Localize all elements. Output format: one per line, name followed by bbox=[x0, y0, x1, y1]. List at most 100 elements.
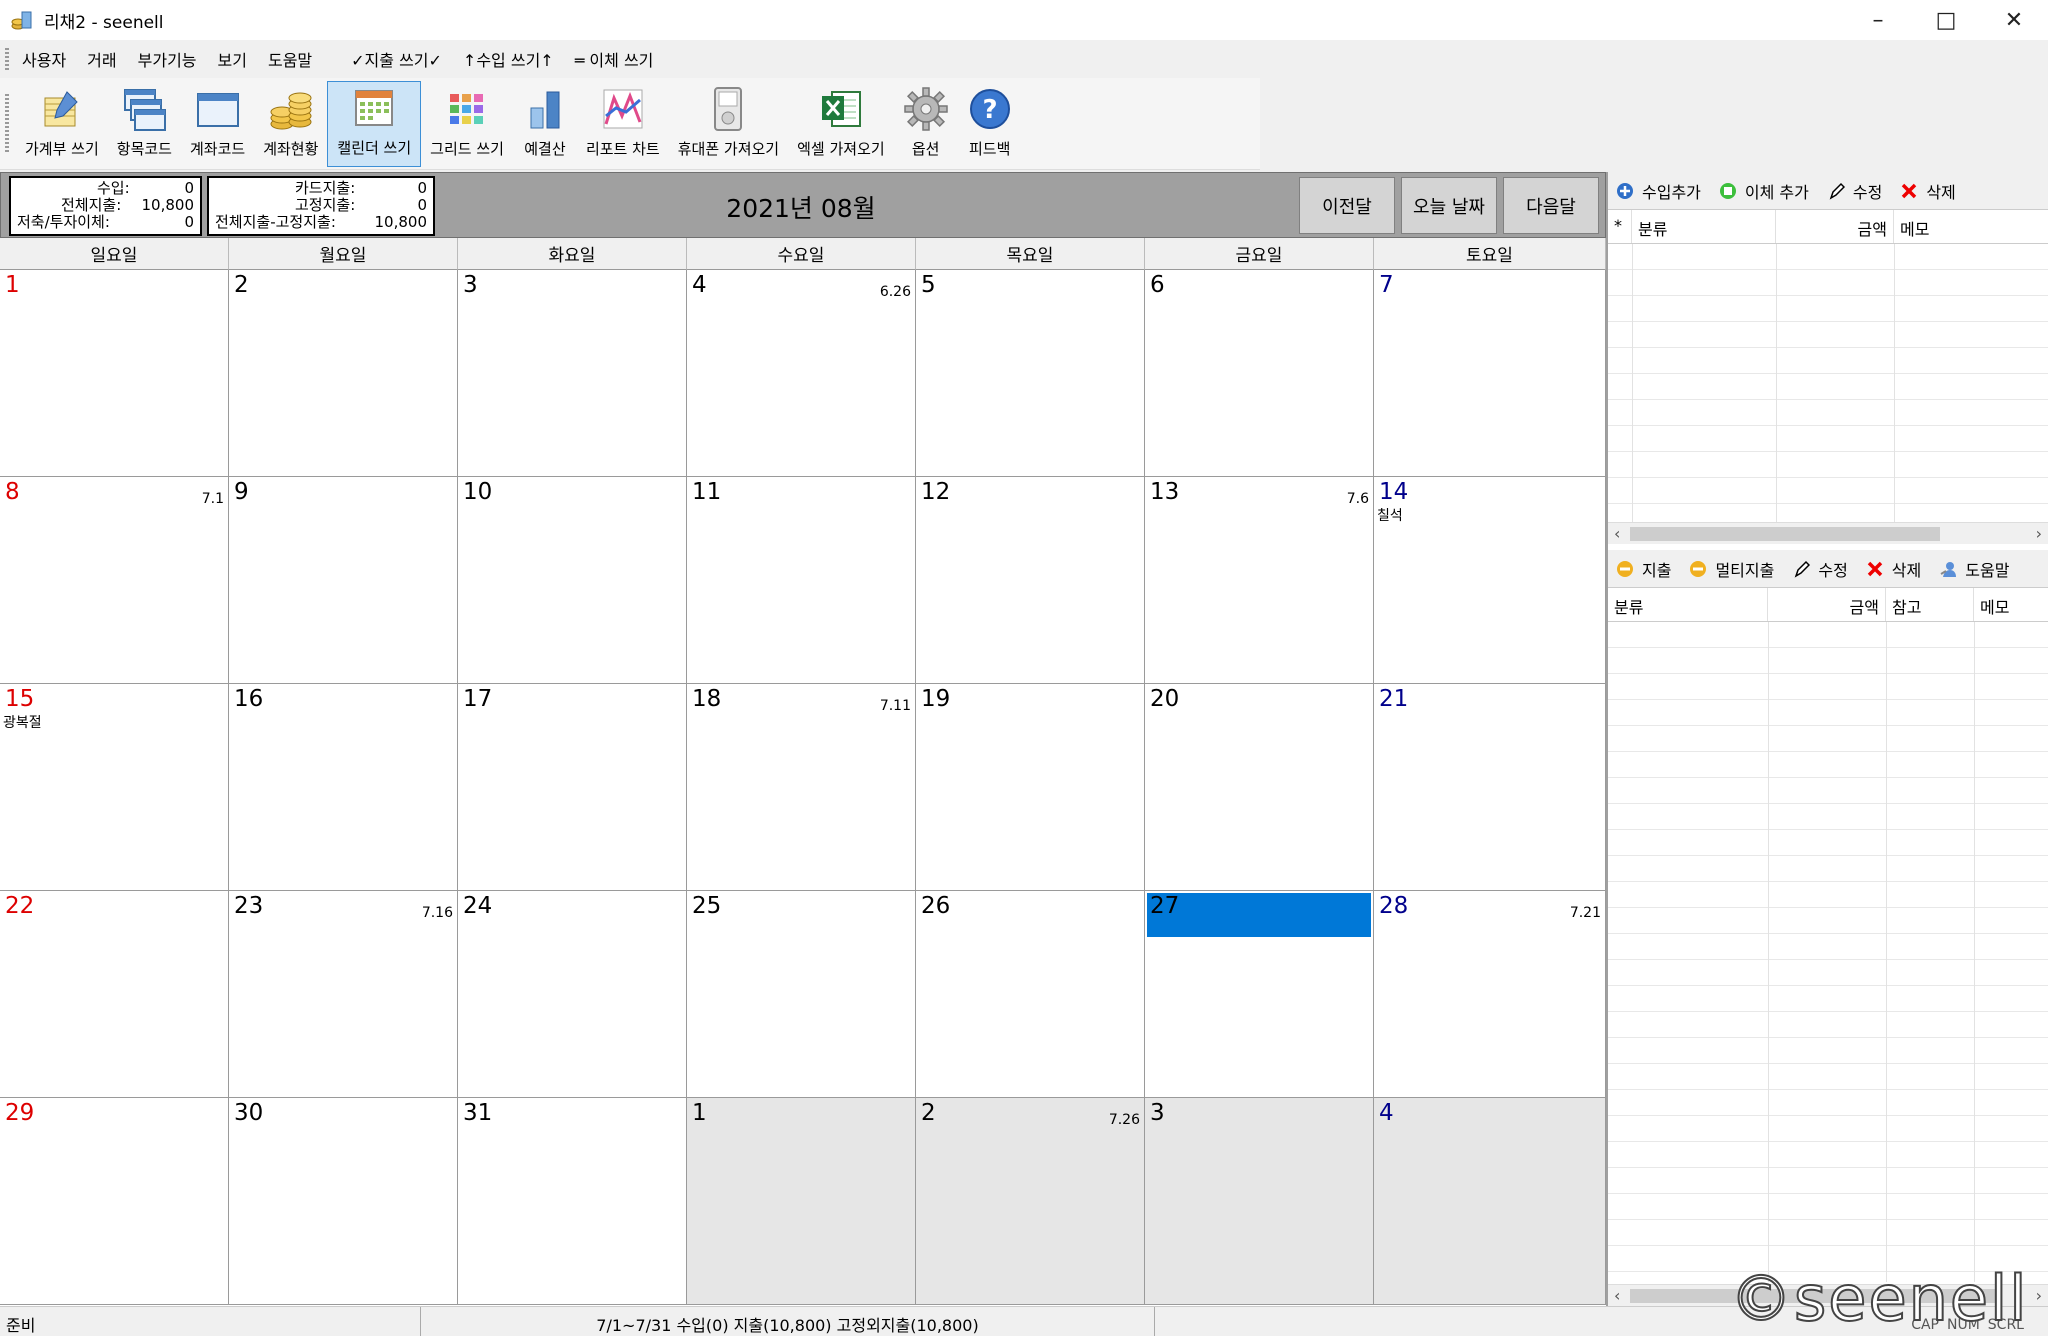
budget-button[interactable]: 예결산 bbox=[513, 81, 577, 167]
tool-label: 수정 bbox=[1818, 560, 1848, 580]
calendar-day-cell[interactable]: 7 bbox=[1374, 270, 1606, 477]
calendar-day-cell[interactable]: 8 7.1 bbox=[0, 477, 229, 684]
menu-help[interactable]: 도움말 bbox=[268, 47, 312, 71]
today-button[interactable]: 오늘 날짜 bbox=[1401, 177, 1497, 234]
calendar-day-cell[interactable]: 16 bbox=[229, 684, 458, 891]
calendar-day-cell[interactable]: 4 6.26 bbox=[687, 270, 916, 477]
calendar-day-cell[interactable]: 18 7.11 bbox=[687, 684, 916, 891]
account-code-button[interactable]: 계좌코드 bbox=[181, 81, 254, 167]
calendar-day-cell[interactable]: 31 bbox=[458, 1098, 687, 1305]
calendar-day-cell[interactable]: 30 bbox=[229, 1098, 458, 1305]
calendar-day-cell[interactable]: 13 7.6 bbox=[1145, 477, 1374, 684]
summary-value: 0 bbox=[417, 179, 427, 197]
summary-label: 고정지출: bbox=[295, 196, 356, 214]
excel-import-button[interactable]: 엑셀 가져오기 bbox=[788, 81, 894, 167]
column-header[interactable]: 메모 bbox=[1974, 588, 2048, 621]
calendar-day-cell[interactable]: 1 bbox=[0, 270, 229, 477]
calendar-day-cell[interactable]: 3 bbox=[1145, 1098, 1374, 1305]
calendar-day-cell[interactable]: 12 bbox=[916, 477, 1145, 684]
scroll-left-icon[interactable]: ‹ bbox=[1614, 524, 1620, 543]
delete-income-button[interactable]: 삭제 bbox=[1900, 179, 1956, 203]
scroll-right-icon[interactable]: › bbox=[2036, 524, 2042, 543]
column-header[interactable]: 금액 bbox=[1768, 588, 1886, 621]
report-chart-button[interactable]: 리포트 차트 bbox=[577, 81, 669, 167]
calendar-day-cell[interactable]: 28 7.21 bbox=[1374, 891, 1606, 1098]
column-header[interactable]: 분류 bbox=[1608, 588, 1768, 621]
column-header[interactable]: * bbox=[1608, 210, 1632, 243]
coins-icon bbox=[268, 86, 314, 132]
expense-toolbar: 지출 멀티지출 수정 삭제 도움말 bbox=[1608, 550, 2048, 588]
menu-view[interactable]: 보기 bbox=[218, 47, 247, 71]
edit-expense-button[interactable]: 수정 bbox=[1792, 557, 1848, 581]
calendar-day-cell[interactable]: 1 bbox=[687, 1098, 916, 1305]
day-number: 16 bbox=[234, 686, 264, 712]
column-header[interactable]: 메모 bbox=[1894, 210, 2044, 243]
calendar-day-cell[interactable]: 19 bbox=[916, 684, 1145, 891]
scroll-left-icon[interactable]: ‹ bbox=[1614, 1286, 1620, 1305]
calendar-day-cell[interactable]: 25 bbox=[687, 891, 916, 1098]
calendar-day-cell[interactable]: 29 bbox=[0, 1098, 229, 1305]
menu-extras[interactable]: 부가기능 bbox=[138, 47, 197, 71]
calendar-day-cell[interactable]: 20 bbox=[1145, 684, 1374, 891]
tool-label: 멀티지출 bbox=[1715, 560, 1775, 580]
delete-expense-button[interactable]: 삭제 bbox=[1866, 557, 1921, 581]
calendar-day-cell[interactable]: 22 bbox=[0, 891, 229, 1098]
calendar-day-cell[interactable]: 2 bbox=[229, 270, 458, 477]
maximize-button[interactable]: □ bbox=[1912, 0, 1980, 40]
close-button[interactable]: ✕ bbox=[1980, 0, 2048, 40]
item-code-button[interactable]: 항목코드 bbox=[108, 81, 181, 167]
day-number: 21 bbox=[1379, 686, 1409, 712]
grid-write-button[interactable]: 그리드 쓰기 bbox=[421, 81, 513, 167]
quick-expense-menu[interactable]: ✓지출 쓰기✓ bbox=[351, 47, 442, 71]
calendar-day-cell[interactable]: 24 bbox=[458, 891, 687, 1098]
calendar-day-cell[interactable]: 23 7.16 bbox=[229, 891, 458, 1098]
calendar-day-cell[interactable]: 5 bbox=[916, 270, 1145, 477]
scroll-right-icon[interactable]: › bbox=[2036, 1286, 2042, 1305]
calendar-day-cell[interactable]: 11 bbox=[687, 477, 916, 684]
calendar-day-cell[interactable]: 15 광복절 bbox=[0, 684, 229, 891]
calendar-day-cell[interactable]: 27 bbox=[1145, 891, 1374, 1098]
add-transfer-button[interactable]: 이체 추가 bbox=[1719, 179, 1809, 203]
calendar-day-cell[interactable]: 21 bbox=[1374, 684, 1606, 891]
ledger-write-button[interactable]: 가계부 쓰기 bbox=[16, 81, 108, 167]
edit-income-button[interactable]: 수정 bbox=[1827, 179, 1882, 203]
column-header[interactable]: 분류 bbox=[1632, 210, 1776, 243]
column-header[interactable]: 참고 bbox=[1886, 588, 1974, 621]
next-month-button[interactable]: 다음달 bbox=[1503, 177, 1599, 234]
account-status-button[interactable]: 계좌현황 bbox=[254, 81, 327, 167]
menu-transaction[interactable]: 거래 bbox=[87, 47, 116, 71]
calendar-day-cell[interactable]: 17 bbox=[458, 684, 687, 891]
pencil-icon bbox=[1792, 560, 1811, 578]
prev-month-button[interactable]: 이전달 bbox=[1299, 177, 1395, 234]
weekday-header: 금요일 bbox=[1145, 238, 1374, 270]
scroll-thumb[interactable] bbox=[1630, 527, 1940, 541]
quick-transfer-menu[interactable]: ═ 이체 쓰기 bbox=[575, 47, 654, 71]
tool-label: 옵션 bbox=[911, 140, 940, 158]
column-header[interactable]: 금액 bbox=[1776, 210, 1894, 243]
calendar-day-cell[interactable]: 14 칠석 bbox=[1374, 477, 1606, 684]
options-button[interactable]: 옵션 bbox=[894, 81, 958, 167]
add-income-button[interactable]: 수입추가 bbox=[1616, 179, 1701, 203]
calendar-day-cell[interactable]: 2 7.26 bbox=[916, 1098, 1145, 1305]
multi-expense-button[interactable]: 멀티지출 bbox=[1689, 557, 1774, 581]
calendar-write-button[interactable]: 캘린더 쓰기 bbox=[327, 81, 422, 167]
minimize-button[interactable]: – bbox=[1844, 0, 1912, 40]
summary-value: 10,800 bbox=[374, 213, 428, 231]
calendar-day-cell[interactable]: 26 bbox=[916, 891, 1145, 1098]
phone-import-button[interactable]: 휴대폰 가져오기 bbox=[669, 81, 788, 167]
income-hscrollbar[interactable]: ‹ › bbox=[1608, 522, 2048, 544]
day-number: 7 bbox=[1379, 272, 1394, 298]
feedback-button[interactable]: ? 피드백 bbox=[958, 81, 1022, 167]
menu-user[interactable]: 사용자 bbox=[22, 47, 66, 71]
calendar-day-cell[interactable]: 6 bbox=[1145, 270, 1374, 477]
calendar-day-cell[interactable]: 10 bbox=[458, 477, 687, 684]
calendar-day-cell[interactable]: 4 bbox=[1374, 1098, 1606, 1305]
help-button[interactable]: 도움말 bbox=[1939, 557, 2009, 581]
phone-icon bbox=[705, 86, 751, 132]
add-expense-button[interactable]: 지출 bbox=[1616, 557, 1671, 581]
day-number: 27 bbox=[1150, 893, 1180, 919]
quick-income-menu[interactable]: ↑수입 쓰기↑ bbox=[463, 47, 554, 71]
tool-label: 항목코드 bbox=[116, 140, 172, 158]
calendar-day-cell[interactable]: 9 bbox=[229, 477, 458, 684]
calendar-day-cell[interactable]: 3 bbox=[458, 270, 687, 477]
